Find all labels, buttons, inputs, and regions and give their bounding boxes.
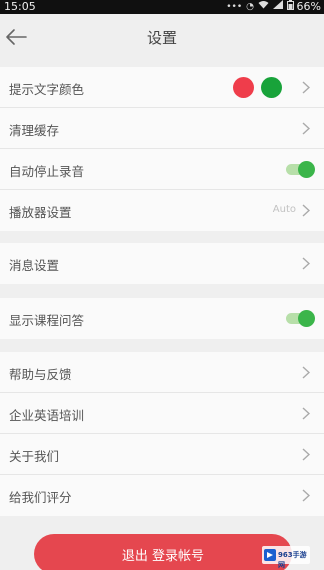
chevron-right-icon — [302, 81, 310, 94]
signal-icon — [273, 0, 283, 14]
row-enterprise-training[interactable]: 企业英语培训 — [0, 393, 324, 434]
row-show-course-qa: 显示课程问答 — [0, 298, 324, 339]
status-bar: 15:05 ••• ◔ 66% — [0, 0, 324, 14]
enterprise-training-label: 企业英语培训 — [9, 408, 85, 423]
alarm-icon: ◔ — [246, 2, 254, 12]
watermark: 963手游网 — [262, 546, 310, 569]
chevron-right-icon — [302, 489, 310, 502]
row-rate-us[interactable]: 给我们评分 — [0, 475, 324, 516]
row-clear-cache[interactable]: 清理缓存 — [0, 108, 324, 149]
watermark-logo-icon — [264, 549, 276, 561]
clear-cache-label: 清理缓存 — [9, 123, 60, 138]
player-value: Auto — [272, 204, 296, 215]
battery-percent: 66% — [296, 0, 321, 13]
row-about-us[interactable]: 关于我们 — [0, 434, 324, 475]
row-help-feedback[interactable]: 帮助与反馈 — [0, 352, 324, 393]
status-icons: ••• ◔ — [226, 0, 294, 14]
about-us-label: 关于我们 — [9, 449, 60, 464]
row-auto-stop-recording: 自动停止录音 — [0, 149, 324, 190]
show-course-qa-label: 显示课程问答 — [9, 313, 85, 328]
text-color-label: 提示文字颜色 — [9, 82, 85, 97]
chevron-right-icon — [302, 122, 310, 135]
battery-icon — [287, 0, 294, 15]
auto-stop-label: 自动停止录音 — [9, 164, 85, 179]
message-settings-label: 消息设置 — [9, 258, 60, 273]
settings-section-course: 显示课程问答 — [0, 298, 324, 339]
help-feedback-label: 帮助与反馈 — [9, 367, 72, 382]
more-icon: ••• — [226, 2, 243, 12]
logout-label: 退出 登录帐号 — [121, 549, 205, 564]
color-option-green[interactable] — [261, 77, 282, 98]
page-title: 设置 — [146, 29, 177, 47]
toggle-knob — [298, 161, 315, 178]
settings-section-message: 消息设置 — [0, 243, 324, 284]
show-course-qa-toggle[interactable] — [286, 310, 315, 327]
toggle-knob — [298, 310, 315, 327]
chevron-right-icon — [302, 204, 310, 217]
auto-stop-toggle[interactable] — [286, 161, 315, 178]
header: 设置 — [0, 14, 324, 60]
chevron-right-icon — [302, 366, 310, 379]
rate-us-label: 给我们评分 — [9, 490, 72, 505]
chevron-right-icon — [302, 448, 310, 461]
chevron-right-icon — [302, 407, 310, 420]
color-option-red[interactable] — [233, 77, 254, 98]
row-player-settings[interactable]: 播放器设置 Auto — [0, 190, 324, 231]
settings-section-general: 提示文字颜色 清理缓存 自动停止录音 播放器设置 Auto — [0, 67, 324, 231]
wifi-icon — [258, 0, 269, 14]
player-settings-label: 播放器设置 — [9, 205, 72, 220]
chevron-right-icon — [302, 257, 310, 270]
watermark-text: 963手游网 — [278, 551, 307, 569]
logout-button[interactable]: 退出 登录帐号 — [34, 534, 292, 570]
row-message-settings[interactable]: 消息设置 — [0, 243, 324, 284]
status-time: 15:05 — [4, 0, 36, 13]
settings-section-about: 帮助与反馈 企业英语培训 关于我们 给我们评分 — [0, 352, 324, 516]
row-text-color[interactable]: 提示文字颜色 — [0, 67, 324, 108]
